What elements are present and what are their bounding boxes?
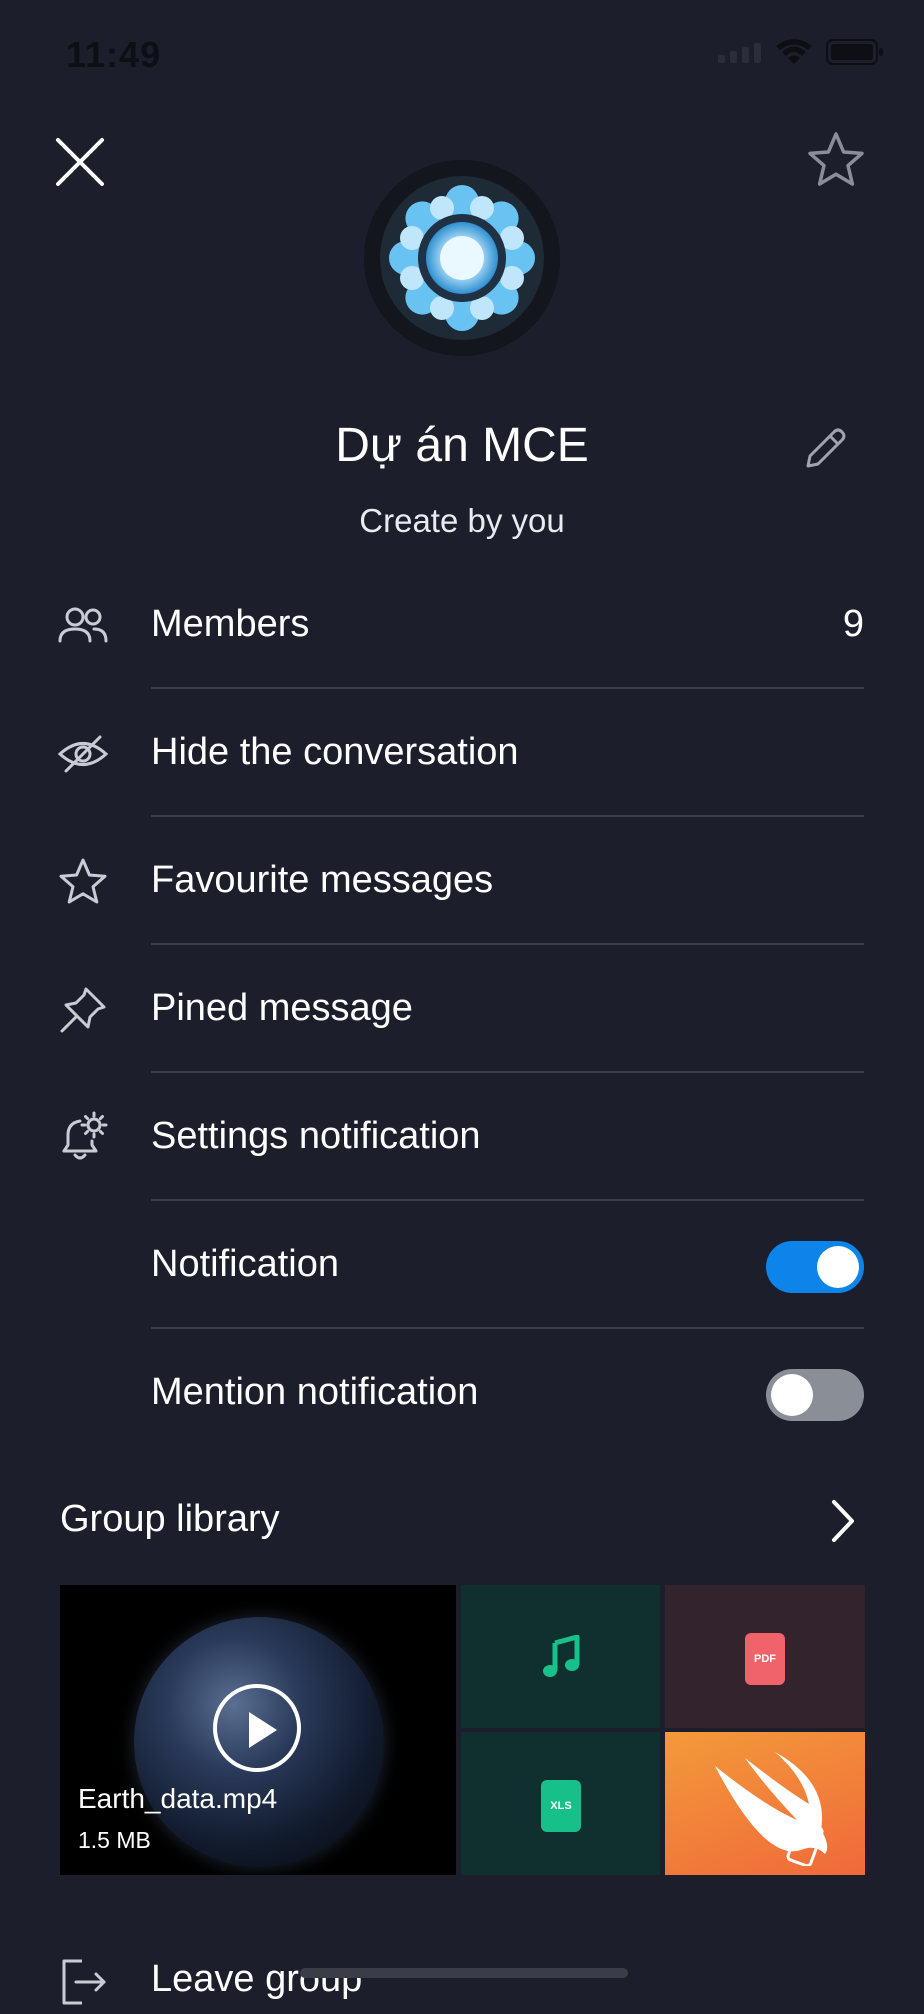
play-icon[interactable] <box>213 1684 301 1772</box>
hide-conversation-row[interactable]: Hide the conversation <box>0 689 924 817</box>
status-icons <box>718 38 884 71</box>
video-file-name: Earth_data.mp4 <box>78 1783 278 1814</box>
notification-row: Notification <box>0 1201 924 1329</box>
members-label: Members <box>151 603 310 645</box>
leave-group-button[interactable]: Leave group <box>151 1958 362 2001</box>
group-subtitle: Create by you <box>359 502 565 539</box>
pdf-file-icon: PDF <box>745 1633 785 1685</box>
members-row[interactable]: Members 9 <box>0 561 924 689</box>
edit-name-button[interactable] <box>798 422 852 476</box>
group-avatar[interactable] <box>364 160 560 356</box>
group-name: Dự án MCE <box>335 419 589 472</box>
members-icon <box>58 607 108 643</box>
swift-logo-icon <box>715 1752 828 1866</box>
swift-image-tile[interactable] <box>665 1732 865 1875</box>
mention-notification-row: Mention notification <box>0 1329 924 1457</box>
settings-notification-row[interactable]: Settings notification <box>0 1073 924 1201</box>
pdf-file-tile[interactable]: PDF <box>665 1585 865 1728</box>
star-icon <box>59 858 107 904</box>
close-icon <box>56 138 104 186</box>
music-note-icon <box>543 1635 580 1677</box>
favourite-messages-label: Favourite messages <box>151 859 494 901</box>
home-indicator[interactable] <box>300 1968 628 1978</box>
mention-notification-label: Mention notification <box>151 1371 479 1413</box>
audio-file-tile[interactable] <box>461 1585 660 1728</box>
favourite-messages-row[interactable]: Favourite messages <box>0 817 924 945</box>
status-time: 11:49 <box>66 34 162 75</box>
favourite-group-button[interactable] <box>804 128 868 192</box>
battery-icon <box>826 38 884 71</box>
xls-file-tile[interactable]: XLS <box>461 1732 660 1875</box>
notification-label: Notification <box>151 1243 339 1285</box>
signal-icon <box>718 41 762 68</box>
star-icon <box>808 132 864 186</box>
leave-group-icon <box>56 1955 110 2009</box>
settings-notification-label: Settings notification <box>151 1115 481 1157</box>
video-thumbnail[interactable]: Earth_data.mp4 1.5 MB <box>60 1585 456 1875</box>
close-button[interactable] <box>50 132 110 192</box>
chevron-right-icon <box>832 1500 854 1542</box>
pinned-message-row[interactable]: Pined message <box>0 945 924 1073</box>
group-library-title[interactable]: Group library <box>60 1498 280 1541</box>
bell-settings-icon <box>62 1111 108 1160</box>
wifi-icon <box>776 38 812 71</box>
toggle-knob <box>771 1374 813 1416</box>
xls-file-icon: XLS <box>541 1780 581 1832</box>
hide-conversation-label: Hide the conversation <box>151 731 519 773</box>
group-library-button[interactable] <box>822 1496 862 1546</box>
eye-off-icon <box>57 735 109 773</box>
video-file-size: 1.5 MB <box>78 1827 151 1853</box>
pinned-message-label: Pined message <box>151 987 413 1029</box>
mention-notification-toggle[interactable] <box>766 1369 864 1421</box>
pin-icon <box>60 987 106 1033</box>
toggle-knob <box>817 1246 859 1288</box>
notification-toggle[interactable] <box>766 1241 864 1293</box>
pencil-icon <box>806 428 846 468</box>
members-count: 9 <box>842 603 864 645</box>
